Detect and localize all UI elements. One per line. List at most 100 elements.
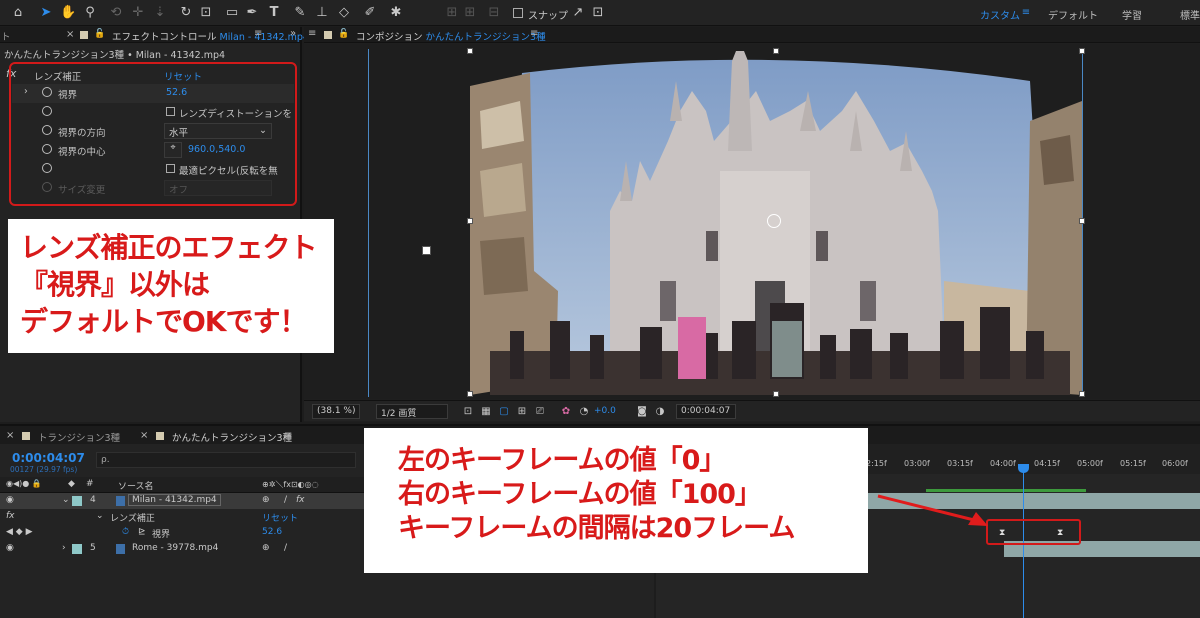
annotation-right-line1: 左のキーフレームの値「0」 xyxy=(398,445,726,476)
label-icon[interactable]: ◆ xyxy=(68,479,75,489)
selection-tool-icon[interactable]: ➤ xyxy=(38,5,54,21)
quality-switch-icon[interactable]: / xyxy=(284,495,287,505)
align-icon[interactable]: ⊞ xyxy=(444,5,460,21)
distribute-icon[interactable]: ⊟ xyxy=(486,5,502,21)
panel-menu-icon[interactable]: ≡ xyxy=(254,28,262,39)
fx-switch-icon[interactable]: fx xyxy=(296,495,305,505)
resolution-dropdown[interactable]: 1/2 画質 xyxy=(376,404,448,419)
ruler-label: 04:15f xyxy=(1034,459,1060,468)
workspace-custom[interactable]: カスタム xyxy=(980,7,1020,22)
transparency-grid-icon[interactable]: ▦ xyxy=(478,404,494,420)
exposure-icon[interactable]: ◔ xyxy=(576,404,592,420)
layer-name[interactable]: Rome - 39778.mp4 xyxy=(132,543,218,553)
timeline-menu-icon[interactable]: ≡ xyxy=(284,430,292,441)
text-tool-icon[interactable]: T xyxy=(266,5,282,21)
region-icon[interactable]: ⊡ xyxy=(460,404,476,420)
roto-brush-icon[interactable]: ✐ xyxy=(362,5,378,21)
transform-handle-left[interactable] xyxy=(467,218,473,224)
stamp-tool-icon[interactable]: ⊥ xyxy=(314,5,330,21)
tab-effect-controls[interactable]: エフェクトコントロール Milan - 41342.mp4 xyxy=(112,29,309,43)
tab-transition-3[interactable]: トランジション3種 xyxy=(38,430,120,444)
close-icon[interactable]: × xyxy=(140,430,148,441)
close-icon[interactable]: × xyxy=(6,430,14,441)
collapse-icon[interactable]: ⌄ xyxy=(96,511,104,521)
transform-handle-right[interactable] xyxy=(1079,218,1085,224)
keyframe-nav-icon[interactable]: ◀ ◆ ▶ xyxy=(6,527,33,537)
transform-handle-tl[interactable] xyxy=(467,48,473,54)
snapshot-icon[interactable]: ◙ xyxy=(634,404,650,420)
zoom-tool-icon[interactable]: ⚲ xyxy=(82,5,98,21)
effect-reset-link[interactable]: リセット xyxy=(262,511,298,524)
hand-tool-icon[interactable]: ✋ xyxy=(60,5,76,21)
transform-handle-br[interactable] xyxy=(1079,391,1085,397)
panel-expand-icon[interactable]: » xyxy=(290,28,296,39)
tab-project[interactable]: ト xyxy=(1,29,11,43)
av-switches-icon[interactable]: ◉◀)● 🔒 xyxy=(6,479,42,488)
transform-handle-top[interactable] xyxy=(773,48,779,54)
grid-icon[interactable]: ⊞ xyxy=(514,404,530,420)
rotate-tool-icon[interactable]: ↻ xyxy=(178,5,194,21)
snap-grid-icon[interactable]: ⊡ xyxy=(590,5,606,21)
workspace-learn[interactable]: 学習 xyxy=(1122,7,1142,22)
effect-panel-tabbar: ト × 🔓 エフェクトコントロール Milan - 41342.mp4 ≡ » xyxy=(0,27,309,43)
source-name-header[interactable]: ソース名 xyxy=(118,479,154,492)
timeline-search-input[interactable]: ρ. xyxy=(96,452,356,468)
lock-icon[interactable]: 🔓 xyxy=(94,28,105,40)
transform-handle-bl[interactable] xyxy=(467,391,473,397)
exposure-value[interactable]: +0.0 xyxy=(594,406,616,416)
fx-icon[interactable]: fx xyxy=(6,511,15,521)
playhead-handle[interactable] xyxy=(1018,464,1029,473)
quality-switch-icon[interactable]: / xyxy=(284,543,287,553)
ruler-label: 05:00f xyxy=(1077,459,1103,468)
puppet-tool-icon[interactable]: ✱ xyxy=(388,5,404,21)
close-icon[interactable]: × xyxy=(66,29,74,40)
workspace-default[interactable]: デフォルト xyxy=(1048,7,1098,22)
graph-icon[interactable]: ⊵ xyxy=(138,527,146,537)
anchor-tool-icon[interactable]: ⊡ xyxy=(198,5,214,21)
label-color[interactable] xyxy=(72,544,82,554)
zoom-dropdown[interactable]: (38.1 %) xyxy=(312,404,361,419)
pen-tool-icon[interactable]: ✒ xyxy=(244,5,260,21)
expand-icon[interactable]: › xyxy=(62,543,66,553)
transform-handle-bottom[interactable] xyxy=(773,391,779,397)
brush-tool-icon[interactable]: ✎ xyxy=(292,5,308,21)
eye-icon[interactable]: ◉ xyxy=(6,495,14,505)
switches-header-icon: ⊕✲＼fx⊡◐◎◌ xyxy=(262,480,319,489)
mask-icon[interactable]: ▢ xyxy=(496,404,512,420)
collapse-icon[interactable]: ⌄ xyxy=(62,495,70,505)
dolly-tool-icon[interactable]: ⇣ xyxy=(152,5,168,21)
home-icon[interactable]: ⌂ xyxy=(10,5,26,21)
show-snapshot-icon[interactable]: ◑ xyxy=(652,404,668,420)
annotation-right: 左のキーフレームの値「0」 右のキーフレームの値「100」 キーフレームの間隔は… xyxy=(364,428,868,573)
layer-name[interactable]: Milan - 41342.mp4 xyxy=(128,494,221,506)
tab-composition[interactable]: コンポジション かんたんトランジション3種 xyxy=(356,29,546,43)
monitor-icon[interactable]: ⎚ xyxy=(532,404,548,420)
panel-menu-icon[interactable]: ≡ xyxy=(308,28,316,39)
eraser-tool-icon[interactable]: ◇ xyxy=(336,5,352,21)
eye-icon[interactable]: ◉ xyxy=(6,543,14,553)
label-color[interactable] xyxy=(72,496,82,506)
lock-icon[interactable]: 🔓 xyxy=(338,28,349,40)
workspace-menu-icon[interactable]: ≡ xyxy=(1018,5,1034,21)
timeline-timecode[interactable]: 0:00:04:07 xyxy=(12,451,85,465)
ruler-label: 04:00f xyxy=(990,459,1016,468)
anchor-point-icon[interactable] xyxy=(767,214,781,228)
color-channel-icon[interactable]: ✿ xyxy=(558,404,574,420)
rectangle-tool-icon[interactable]: ▭ xyxy=(224,5,240,21)
snap-option-icon[interactable]: ↗ xyxy=(570,5,586,21)
annotation-right-line2: 右のキーフレームの値「100」 xyxy=(398,479,762,510)
orbit-tool-icon[interactable]: ⟲ xyxy=(108,5,124,21)
workspace-standard[interactable]: 標準 xyxy=(1180,7,1200,22)
stopwatch-icon[interactable]: ⏱ xyxy=(122,527,129,537)
shy-switch-icon[interactable]: ⊕ xyxy=(262,543,270,553)
fov-value[interactable]: 52.6 xyxy=(262,527,282,537)
transform-handle-tr[interactable] xyxy=(1079,48,1085,54)
pan-tool-icon[interactable]: ✛ xyxy=(130,5,146,21)
snap-checkbox[interactable] xyxy=(513,8,523,18)
align-icon-2[interactable]: ⊞ xyxy=(462,5,478,21)
shy-switch-icon[interactable]: ⊕ xyxy=(262,495,270,505)
comp-tab-menu-icon[interactable]: ≡ xyxy=(530,28,538,39)
comp-timecode[interactable]: 0:00:04:07 xyxy=(676,404,736,419)
tab-easy-transition-3[interactable]: かんたんトランジション3種 xyxy=(172,430,292,444)
tab-composition-label: コンポジション xyxy=(356,32,423,43)
